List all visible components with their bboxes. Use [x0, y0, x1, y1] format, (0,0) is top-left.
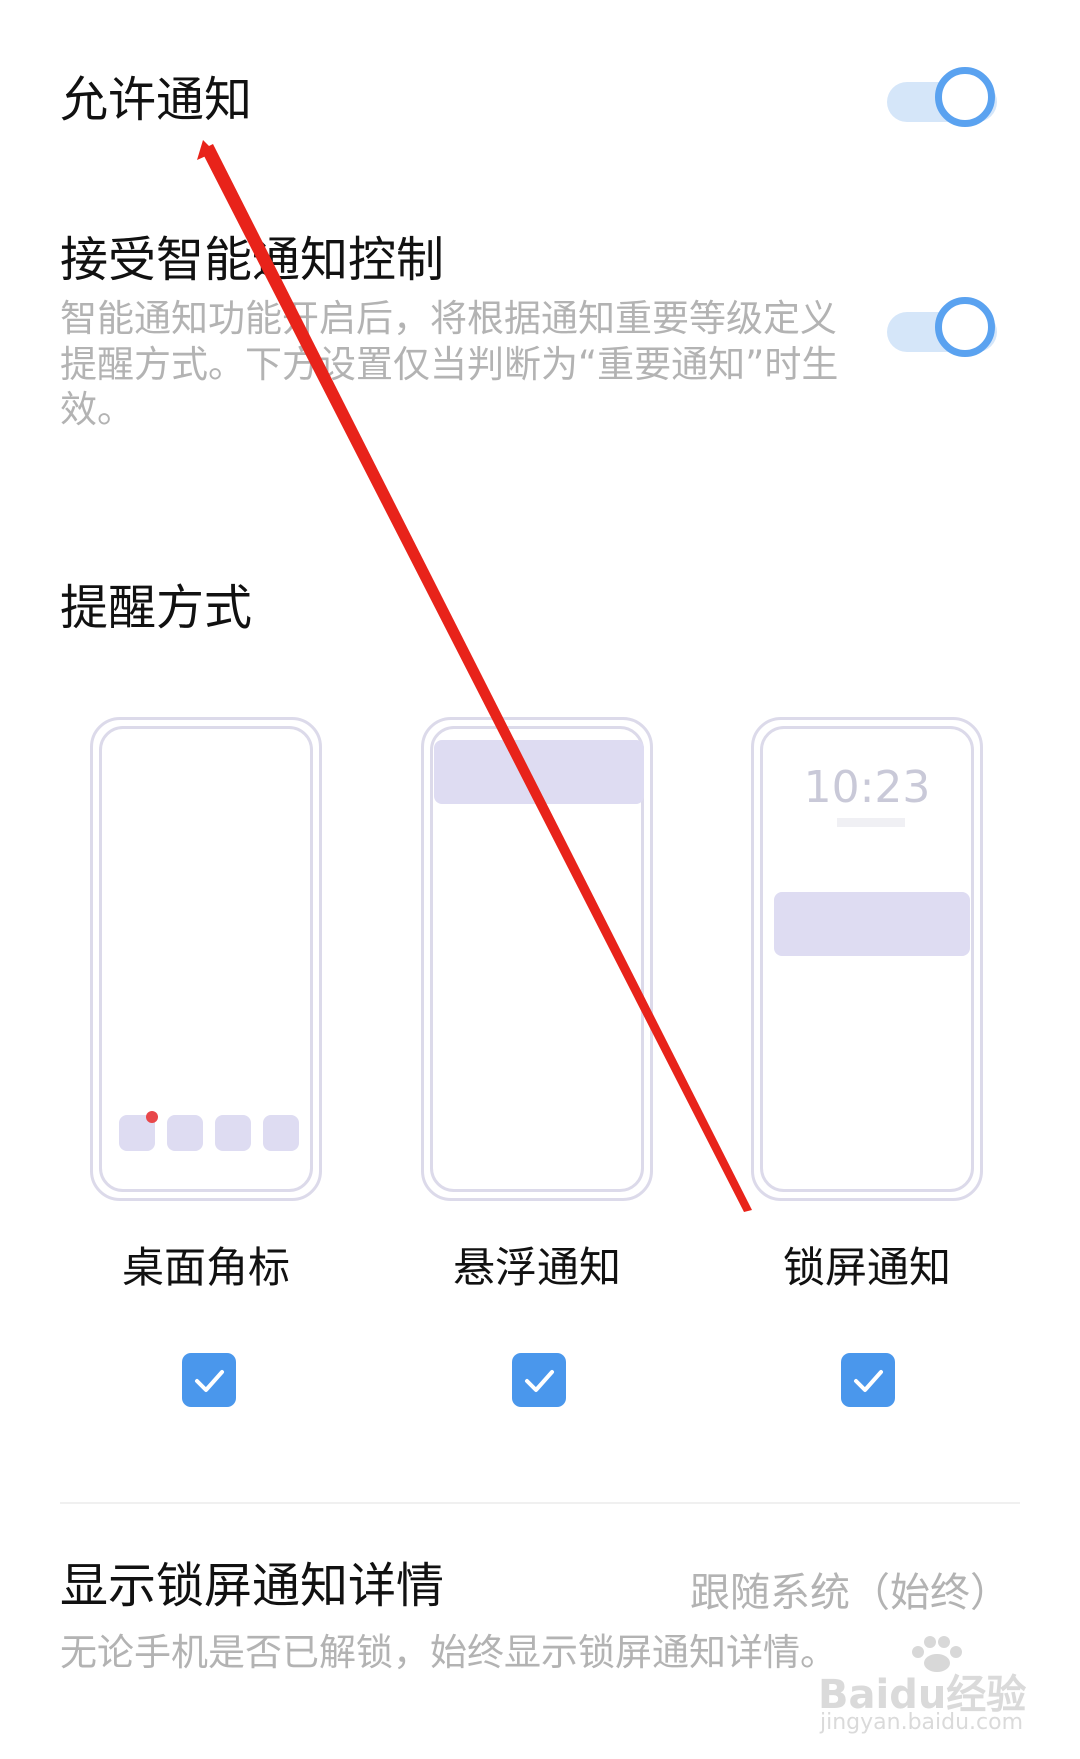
check-icon [854, 1370, 883, 1392]
smart-control-label: 接受智能通知控制 [60, 232, 445, 288]
smart-control-toggle[interactable] [887, 295, 1007, 369]
desktop-badge-checkbox[interactable] [182, 1353, 236, 1407]
toggle-knob [935, 67, 995, 127]
floating-notification-label: 悬浮通知 [452, 1243, 621, 1292]
lockscreen-notification-label: 锁屏通知 [782, 1243, 951, 1292]
desktop-badge-label: 桌面角标 [121, 1243, 290, 1292]
desktop-badge-preview[interactable] [90, 717, 322, 1201]
lockscreen-date-bar [837, 818, 905, 827]
lockscreen-notification-checkbox[interactable] [841, 1353, 895, 1407]
allow-notifications-label: 允许通知 [60, 72, 253, 128]
dock-icon [167, 1115, 203, 1151]
reminder-section-title: 提醒方式 [60, 580, 253, 636]
floating-banner [434, 740, 644, 804]
lockscreen-notification-preview[interactable]: 10:23 [751, 717, 983, 1201]
check-icon [525, 1370, 554, 1392]
toggle-knob [935, 297, 995, 357]
section-divider [60, 1502, 1020, 1504]
allow-notifications-toggle[interactable] [887, 65, 1007, 139]
lockscreen-details-value: 跟随系统（始终） [690, 1570, 1010, 1616]
dock-icon [215, 1115, 251, 1151]
check-icon [195, 1370, 224, 1392]
floating-notification-preview[interactable] [421, 717, 653, 1201]
baidu-watermark: Baidu经验 jingyan.baidu.com [818, 1632, 1028, 1737]
dock-icon [263, 1115, 299, 1151]
lockscreen-details-label: 显示锁屏通知详情 [60, 1558, 445, 1614]
lockscreen-time: 10:23 [803, 762, 931, 813]
badge-dot [146, 1111, 158, 1123]
smart-control-description: 智能通知功能开启后，将根据通知重要等级定义提醒方式。下方设置仅当判断为“重要通知… [60, 297, 839, 431]
floating-notification-checkbox[interactable] [512, 1353, 566, 1407]
watermark-url: jingyan.baidu.com [820, 1710, 1024, 1735]
lockscreen-banner [774, 892, 970, 956]
lockscreen-details-description: 无论手机是否已解锁，始终显示锁屏通知详情。 [60, 1631, 837, 1674]
